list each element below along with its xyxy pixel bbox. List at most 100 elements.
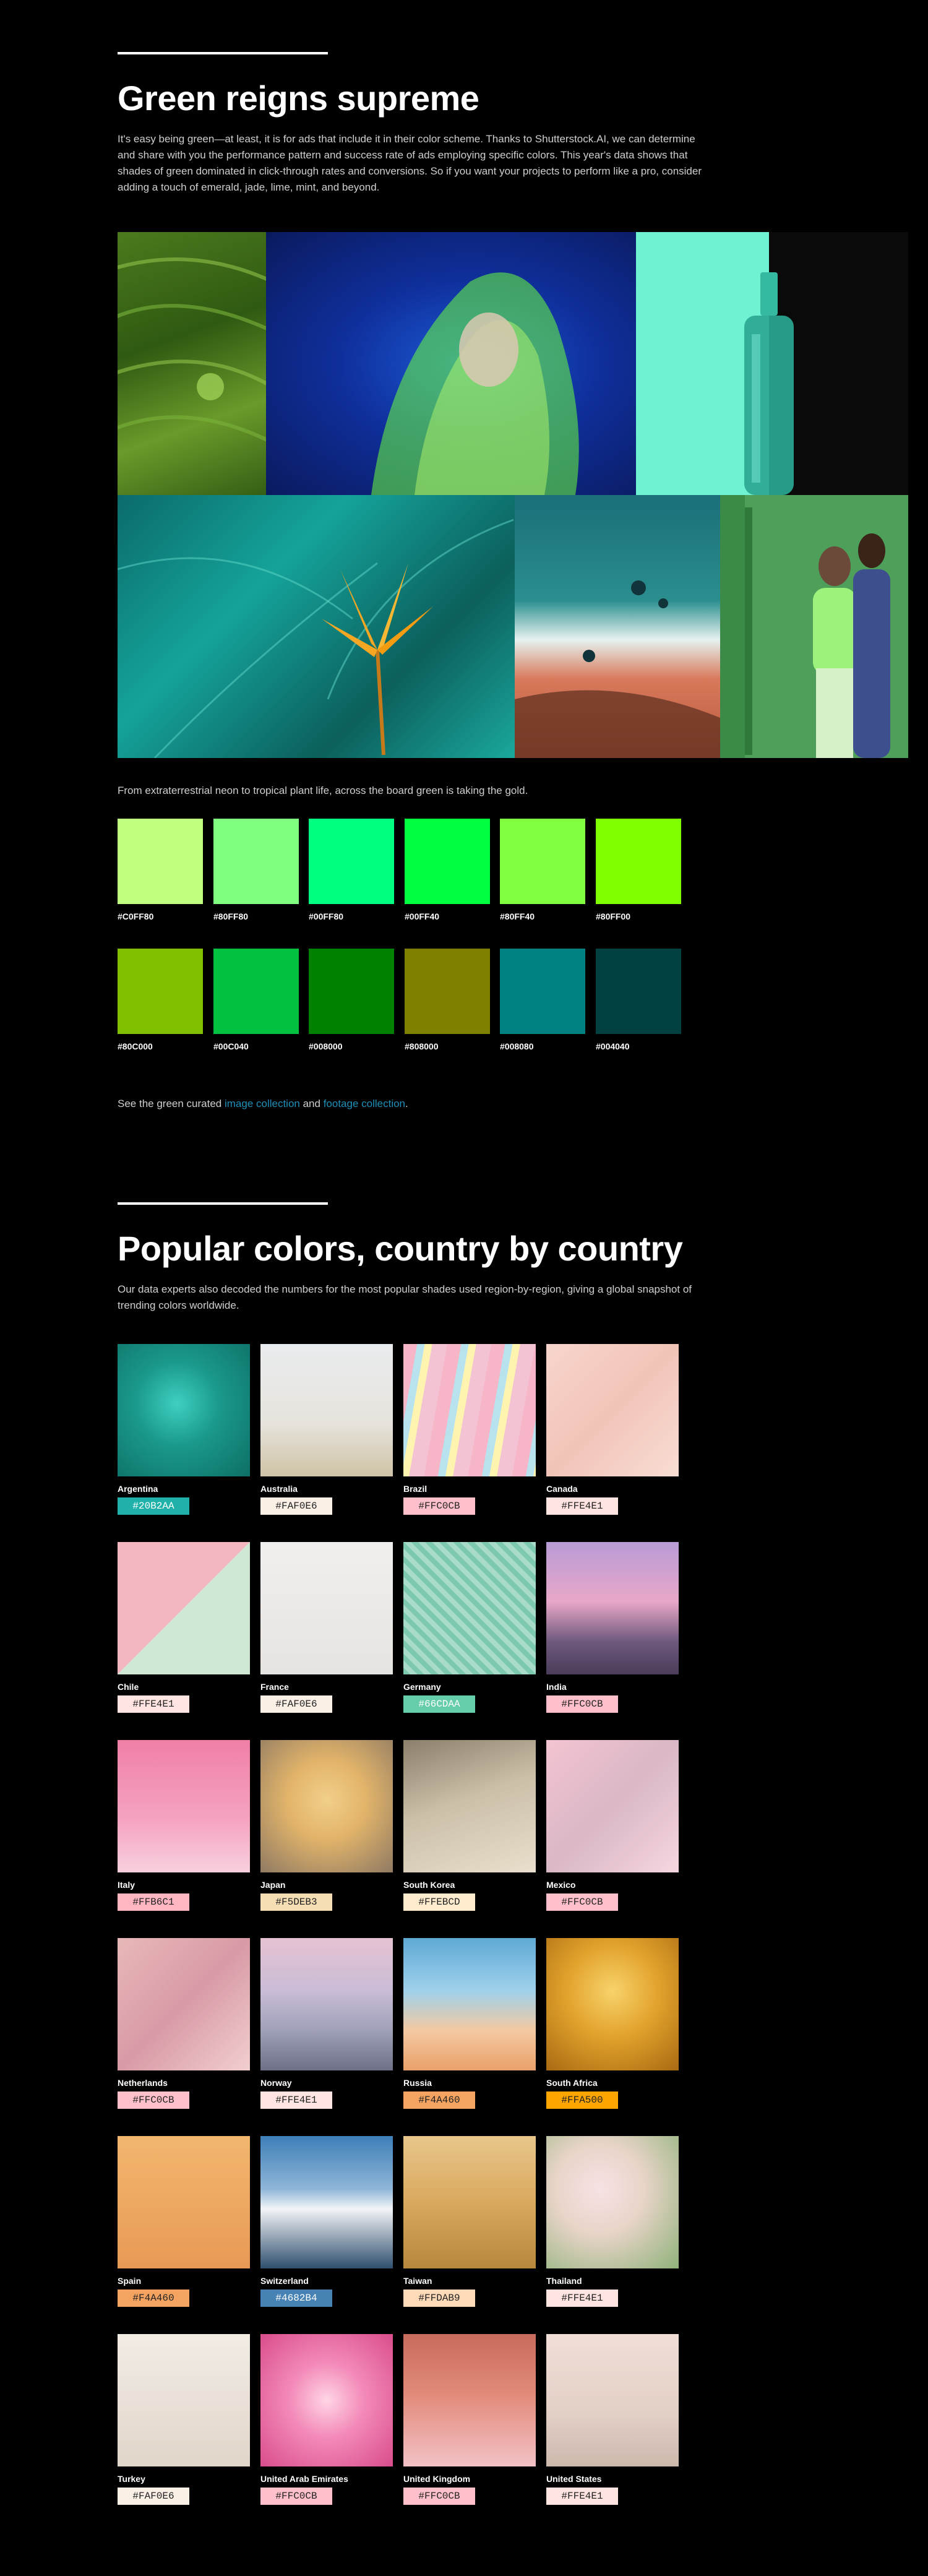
footage-collection-link[interactable]: footage collection	[324, 1098, 405, 1109]
color-swatch: #80FF40	[500, 819, 585, 921]
country-photo	[403, 1740, 536, 1872]
country-hex-badge: #FFE4E1	[118, 1695, 189, 1713]
green-section-title: Green reigns supreme	[118, 79, 479, 118]
country-photo	[260, 1344, 393, 1476]
country-photo	[260, 1938, 393, 2070]
country-card: Norway #FFE4E1	[260, 1938, 393, 2109]
country-name: Brazil	[403, 1484, 427, 1494]
country-name: Australia	[260, 1484, 298, 1494]
country-card: Brazil #FFC0CB	[403, 1344, 536, 1515]
country-photo	[260, 2136, 393, 2268]
medical-bottle-image	[733, 272, 805, 495]
image-collection-link[interactable]: image collection	[225, 1098, 300, 1109]
swatch-chip	[309, 819, 394, 904]
country-name: United Arab Emirates	[260, 2474, 348, 2484]
country-card: Switzerland #4682B4	[260, 2136, 393, 2307]
country-name: Canada	[546, 1484, 578, 1494]
country-name: Switzerland	[260, 2276, 309, 2286]
country-card: Germany #66CDAA	[403, 1542, 536, 1713]
country-photo	[118, 1542, 250, 1674]
green-photos-caption: From extraterrestrial neon to tropical p…	[118, 785, 528, 796]
swatch-chip	[596, 949, 681, 1034]
country-name: Turkey	[118, 2474, 145, 2484]
swatch-chip	[596, 819, 681, 904]
aerial-ocean-photo	[515, 495, 720, 758]
country-hex-badge: #F4A460	[118, 2290, 189, 2307]
green-section-paragraph: It's easy being green—at least, it is fo…	[118, 132, 702, 193]
country-hex-badge: #4682B4	[260, 2290, 332, 2307]
section-divider	[118, 1202, 328, 1205]
country-card: Turkey #FAF0E6	[118, 2334, 250, 2505]
country-photo	[118, 2136, 250, 2268]
country-card: Netherlands #FFC0CB	[118, 1938, 250, 2109]
country-name: Norway	[260, 2078, 292, 2088]
color-swatch: #008000	[309, 949, 394, 1051]
country-name: South Korea	[403, 1880, 455, 1890]
country-card: United Kingdom #FFC0CB	[403, 2334, 536, 2505]
country-photo	[260, 1542, 393, 1674]
country-hex-badge: #FFB6C1	[118, 1893, 189, 1911]
country-photo	[403, 2334, 536, 2466]
swatch-code: #00FF80	[309, 911, 344, 921]
swatch-code: #80FF40	[500, 911, 535, 921]
country-name: Netherlands	[118, 2078, 168, 2088]
country-name: Spain	[118, 2276, 142, 2286]
period-text: .	[405, 1098, 408, 1109]
country-name: United Kingdom	[403, 2474, 471, 2484]
swatch-code: #008080	[500, 1041, 534, 1051]
country-name: United States	[546, 2474, 602, 2484]
country-photo	[546, 1542, 679, 1674]
green-collection-links: See the green curated image collection a…	[118, 1098, 408, 1110]
country-photo	[403, 1938, 536, 2070]
swatch-code: #00C040	[213, 1041, 249, 1051]
swatch-chip	[213, 819, 299, 904]
country-card: Thailand #FFE4E1	[546, 2136, 679, 2307]
country-card: Mexico #FFC0CB	[546, 1740, 679, 1911]
swatch-code: #C0FF80	[118, 911, 154, 921]
country-photo	[546, 1938, 679, 2070]
country-hex-badge: #FFC0CB	[403, 2488, 475, 2505]
country-photo	[546, 1740, 679, 1872]
country-card: Italy #FFB6C1	[118, 1740, 250, 1911]
swatch-chip	[309, 949, 394, 1034]
country-card: Argentina #20B2AA	[118, 1344, 250, 1515]
swatch-chip	[405, 949, 490, 1034]
country-photo	[546, 2334, 679, 2466]
swatch-chip	[118, 949, 203, 1034]
country-card: Spain #F4A460	[118, 2136, 250, 2307]
country-photo	[403, 1542, 536, 1674]
country-photo	[260, 2334, 393, 2466]
country-hex-badge: #20B2AA	[118, 1497, 189, 1515]
color-swatch: #004040	[596, 949, 681, 1051]
country-hex-badge: #FFE4E1	[546, 1497, 618, 1515]
country-name: France	[260, 1682, 289, 1692]
country-name: Chile	[118, 1682, 139, 1692]
country-photo	[403, 1344, 536, 1476]
country-hex-badge: #FAF0E6	[260, 1497, 332, 1515]
see-collection-text: See the green curated	[118, 1098, 225, 1109]
country-hex-badge: #66CDAA	[403, 1695, 475, 1713]
neon-raincoat-photo	[266, 232, 636, 495]
country-card: United Arab Emirates #FFC0CB	[260, 2334, 393, 2505]
swatch-code: #80C000	[118, 1041, 153, 1051]
color-swatch: #C0FF80	[118, 819, 203, 921]
country-hex-badge: #FFC0CB	[403, 1497, 475, 1515]
country-card: Russia #F4A460	[403, 1938, 536, 2109]
popular-colors-title: Popular colors, country by country	[118, 1229, 683, 1268]
country-hex-badge: #FAF0E6	[118, 2488, 189, 2505]
country-name: Japan	[260, 1880, 286, 1890]
country-card: South Korea #FFEBCD	[403, 1740, 536, 1911]
country-card: France #FAF0E6	[260, 1542, 393, 1713]
country-card: Canada #FFE4E1	[546, 1344, 679, 1515]
swatch-code: #004040	[596, 1041, 630, 1051]
section-divider	[118, 52, 328, 54]
color-swatch: #00FF40	[405, 819, 490, 921]
country-photo	[118, 1938, 250, 2070]
country-photo	[118, 2334, 250, 2466]
swatch-chip	[500, 949, 585, 1034]
color-swatch: #808000	[405, 949, 490, 1051]
country-name: Russia	[403, 2078, 432, 2088]
color-swatch: #80C000	[118, 949, 203, 1051]
country-name: Taiwan	[403, 2276, 432, 2286]
country-hex-badge: #FFC0CB	[260, 2488, 332, 2505]
